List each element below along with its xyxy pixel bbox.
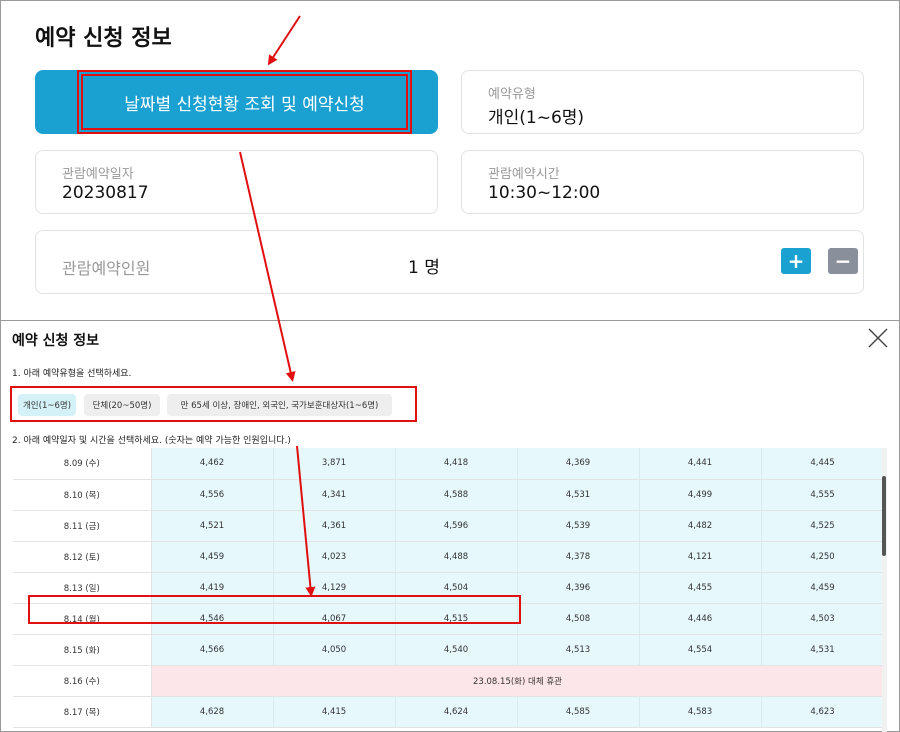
- availability-cell[interactable]: 4,554: [639, 634, 762, 666]
- people-count-label: 관람예약인원: [62, 259, 151, 278]
- availability-cell[interactable]: 4,556: [151, 479, 274, 511]
- visit-time-value: 10:30~12:00: [488, 183, 601, 203]
- availability-cell[interactable]: 4,508: [517, 603, 640, 635]
- availability-table: 8.09 (수) 4,462 3,871 4,418 4,369 4,441 4,445 8.…: [13, 448, 885, 728]
- availability-cell[interactable]: 4,121: [639, 541, 762, 573]
- page-title: 예약 신청 정보: [35, 26, 172, 51]
- close-icon[interactable]: [866, 326, 890, 350]
- availability-cell[interactable]: 4,378: [517, 541, 640, 573]
- availability-cell[interactable]: 4,499: [639, 479, 762, 511]
- availability-cell[interactable]: 4,531: [517, 479, 640, 511]
- visit-time-label: 관람예약시간: [488, 167, 560, 182]
- availability-cell[interactable]: 4,050: [273, 634, 396, 666]
- availability-cell[interactable]: 4,624: [395, 696, 518, 728]
- table-row: 8.15 (화) 4,566 4,050 4,540 4,513 4,554 4,531: [13, 634, 885, 666]
- table-row: 8.10 (목) 4,556 4,341 4,588 4,531 4,499 4,555: [13, 479, 885, 511]
- increase-people-button[interactable]: +: [781, 248, 811, 274]
- row-date: 8.16 (수): [13, 665, 152, 697]
- reservation-type-value: 개인(1~6명): [488, 108, 585, 128]
- decrease-people-button[interactable]: −: [828, 248, 858, 274]
- availability-cell[interactable]: 4,513: [517, 634, 640, 666]
- type-chip-individual[interactable]: 개인(1~6명): [18, 394, 76, 416]
- people-count-value: 1 명: [408, 258, 440, 278]
- highlight-row-box: [28, 595, 521, 624]
- availability-cell[interactable]: 4,623: [761, 696, 885, 728]
- availability-cell[interactable]: 4,628: [151, 696, 274, 728]
- table-row: 8.09 (수) 4,462 3,871 4,418 4,369 4,441 4,445: [13, 448, 885, 480]
- type-chip-priority[interactable]: 만 65세 이상, 장애인, 외국인, 국가보훈대상자(1~6명): [167, 394, 392, 416]
- availability-cell[interactable]: 4,459: [761, 572, 885, 604]
- availability-cell[interactable]: 4,361: [273, 510, 396, 542]
- availability-cell[interactable]: 4,396: [517, 572, 640, 604]
- visit-time-field[interactable]: 관람예약시간 10:30~12:00: [461, 150, 864, 214]
- row-date: 8.10 (목): [13, 479, 152, 511]
- availability-cell[interactable]: 4,583: [639, 696, 762, 728]
- availability-cell[interactable]: 4,588: [395, 479, 518, 511]
- availability-cell[interactable]: 4,585: [517, 696, 640, 728]
- reservation-info-panel: 예약 신청 정보 날짜별 신청현황 조회 및 예약신청 예약유형 개인(1~6명…: [0, 0, 900, 321]
- step1-instruction: 1. 아래 예약유형을 선택하세요.: [12, 369, 132, 379]
- reservation-type-field[interactable]: 예약유형 개인(1~6명): [461, 70, 864, 134]
- visit-date-value: 20230817: [62, 183, 149, 203]
- availability-cell[interactable]: 4,369: [517, 448, 640, 480]
- availability-cell[interactable]: 4,539: [517, 510, 640, 542]
- visit-date-label: 관람예약일자: [62, 167, 134, 182]
- row-date: 8.11 (금): [13, 510, 152, 542]
- row-date: 8.17 (목): [13, 696, 152, 728]
- people-count-field: 관람예약인원 1 명 + −: [35, 230, 864, 294]
- availability-cell[interactable]: 4,566: [151, 634, 274, 666]
- type-chip-group[interactable]: 단체(20~50명): [84, 394, 160, 416]
- table-row: 8.16 (수) 23.08.15(화) 대체 휴관: [13, 665, 885, 697]
- reservation-type-label: 예약유형: [488, 87, 536, 102]
- row-date: 8.09 (수): [13, 448, 152, 480]
- availability-cell[interactable]: 4,250: [761, 541, 885, 573]
- availability-cell[interactable]: 4,455: [639, 572, 762, 604]
- visit-date-field[interactable]: 관람예약일자 20230817: [35, 150, 438, 214]
- availability-cell[interactable]: 4,488: [395, 541, 518, 573]
- reservation-type-selector: 개인(1~6명) 단체(20~50명) 만 65세 이상, 장애인, 외국인, …: [10, 386, 417, 422]
- table-row: 8.17 (목) 4,628 4,415 4,624 4,585 4,583 4,623: [13, 696, 885, 728]
- availability-cell[interactable]: 4,462: [151, 448, 274, 480]
- reservation-modal: 예약 신청 정보 1. 아래 예약유형을 선택하세요. 개인(1~6명) 단체(…: [0, 322, 900, 732]
- step2-instruction: 2. 아래 예약일자 및 시간을 선택하세요. (숫자는 예약 가능한 인원입니…: [12, 436, 291, 446]
- availability-cell[interactable]: 3,871: [273, 448, 396, 480]
- availability-cell[interactable]: 4,445: [761, 448, 885, 480]
- availability-cell[interactable]: 4,459: [151, 541, 274, 573]
- availability-cell[interactable]: 4,023: [273, 541, 396, 573]
- row-date: 8.12 (토): [13, 541, 152, 573]
- date-status-button[interactable]: 날짜별 신청현황 조회 및 예약신청: [35, 70, 438, 134]
- availability-cell[interactable]: 4,418: [395, 448, 518, 480]
- row-date: 8.15 (화): [13, 634, 152, 666]
- availability-cell[interactable]: 4,555: [761, 479, 885, 511]
- availability-cell[interactable]: 4,521: [151, 510, 274, 542]
- availability-cell[interactable]: 4,441: [639, 448, 762, 480]
- availability-cell[interactable]: 4,596: [395, 510, 518, 542]
- availability-cell[interactable]: 4,540: [395, 634, 518, 666]
- date-status-button-label[interactable]: 날짜별 신청현황 조회 및 예약신청: [77, 70, 412, 134]
- table-scrollbar-thumb[interactable]: [882, 476, 886, 556]
- availability-cell[interactable]: 4,415: [273, 696, 396, 728]
- availability-cell[interactable]: 4,446: [639, 603, 762, 635]
- holiday-notice: 23.08.15(화) 대체 휴관: [151, 665, 885, 697]
- availability-cell[interactable]: 4,341: [273, 479, 396, 511]
- modal-title: 예약 신청 정보: [12, 333, 100, 349]
- availability-cell[interactable]: 4,531: [761, 634, 885, 666]
- table-row: 8.12 (토) 4,459 4,023 4,488 4,378 4,121 4,250: [13, 541, 885, 573]
- availability-cell[interactable]: 4,503: [761, 603, 885, 635]
- table-row: 8.11 (금) 4,521 4,361 4,596 4,539 4,482 4,525: [13, 510, 885, 542]
- availability-cell[interactable]: 4,525: [761, 510, 885, 542]
- availability-cell[interactable]: 4,482: [639, 510, 762, 542]
